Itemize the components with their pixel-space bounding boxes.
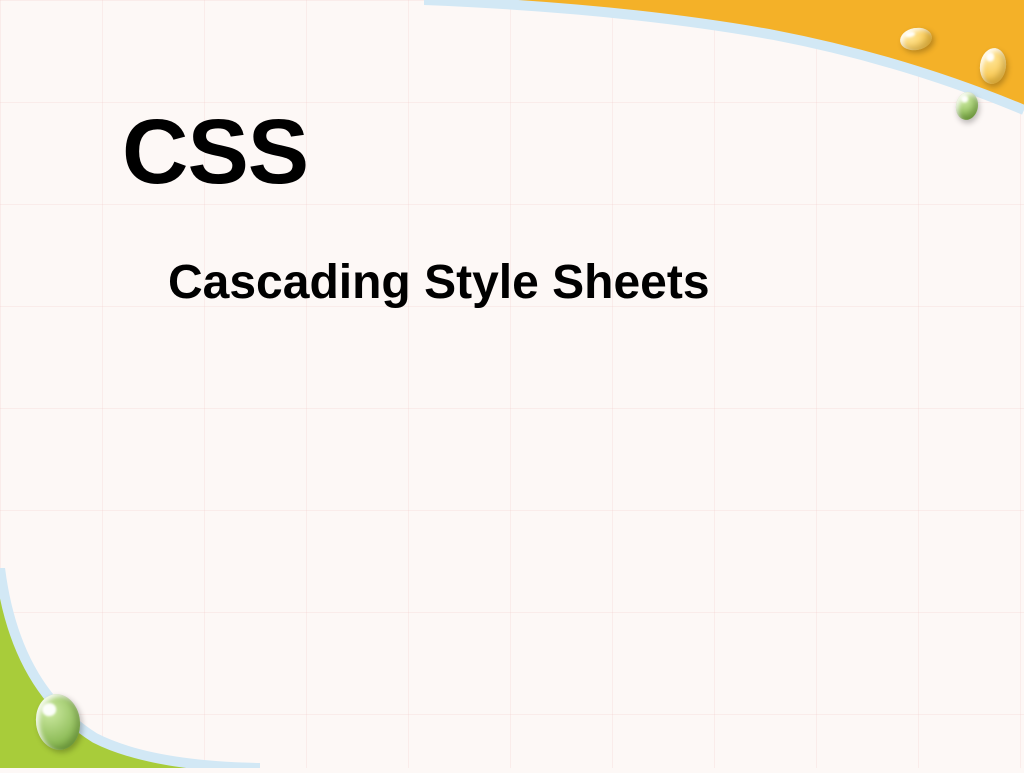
water-drop-icon: [32, 691, 83, 753]
slide-title: CSS: [122, 100, 308, 205]
slide-subtitle: Cascading Style Sheets: [168, 255, 710, 310]
slide: CSS Cascading Style Sheets: [0, 0, 1024, 768]
bottom-left-curve-decoration: [0, 568, 260, 768]
water-drop-icon: [954, 90, 981, 121]
water-drop-icon: [898, 25, 933, 52]
water-drop-icon: [978, 46, 1009, 85]
top-right-curve-decoration: [424, 0, 1024, 130]
